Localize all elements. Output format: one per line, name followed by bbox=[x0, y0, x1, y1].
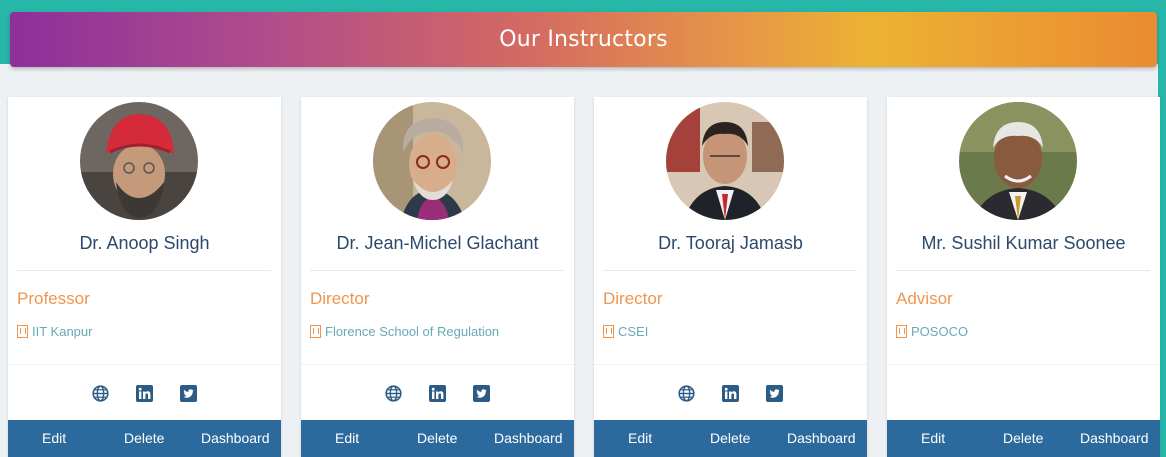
globe-icon[interactable] bbox=[678, 385, 695, 402]
instructor-role: Professor bbox=[17, 289, 90, 308]
divider bbox=[301, 364, 574, 365]
instructor-org: IIT Kanpur bbox=[17, 324, 92, 339]
twitter-icon[interactable] bbox=[180, 385, 197, 402]
building-icon bbox=[17, 325, 28, 338]
globe-icon[interactable] bbox=[385, 385, 402, 402]
twitter-icon[interactable] bbox=[473, 385, 490, 402]
social-links bbox=[301, 385, 574, 405]
divider bbox=[594, 364, 867, 365]
linkedin-icon[interactable] bbox=[722, 385, 739, 402]
instructor-card: Dr. Tooraj Jamasb Director CSEI Edit Del… bbox=[594, 97, 867, 457]
globe-icon[interactable] bbox=[92, 385, 109, 402]
delete-button[interactable]: Delete bbox=[417, 430, 457, 446]
instructor-name: Mr. Sushil Kumar Soonee bbox=[921, 233, 1126, 253]
org-label: CSEI bbox=[618, 324, 649, 339]
instructor-role: Director bbox=[310, 289, 370, 308]
avatar bbox=[959, 102, 1077, 220]
twitter-icon[interactable] bbox=[766, 385, 783, 402]
delete-button[interactable]: Delete bbox=[1003, 430, 1043, 446]
delete-button[interactable]: Delete bbox=[710, 430, 750, 446]
social-links bbox=[887, 385, 1160, 405]
instructor-name: Dr. Anoop Singh bbox=[79, 233, 210, 253]
edit-button[interactable]: Edit bbox=[628, 430, 652, 446]
instructor-role: Advisor bbox=[896, 289, 953, 308]
avatar bbox=[666, 102, 784, 220]
edit-button[interactable]: Edit bbox=[335, 430, 359, 446]
instructor-name: Dr. Jean-Michel Glachant bbox=[336, 233, 539, 253]
edit-button[interactable]: Edit bbox=[42, 430, 66, 446]
edit-button[interactable]: Edit bbox=[921, 430, 945, 446]
instructor-cards: Dr. Anoop Singh Professor IIT Kanpur Edi… bbox=[0, 97, 1166, 457]
org-label: Florence School of Regulation bbox=[325, 324, 500, 339]
divider bbox=[603, 270, 857, 271]
divider bbox=[310, 270, 564, 271]
divider bbox=[8, 364, 281, 365]
divider bbox=[896, 270, 1150, 271]
divider bbox=[17, 270, 271, 271]
instructor-name: Dr. Tooraj Jamasb bbox=[658, 233, 803, 253]
instructor-org: POSOCO bbox=[896, 324, 968, 339]
dashboard-button[interactable]: Dashboard bbox=[787, 430, 856, 446]
delete-button[interactable]: Delete bbox=[124, 430, 164, 446]
dashboard-button[interactable]: Dashboard bbox=[201, 430, 270, 446]
instructor-org: Florence School of Regulation bbox=[310, 324, 499, 339]
org-label: POSOCO bbox=[911, 324, 969, 339]
instructor-role: Director bbox=[603, 289, 663, 308]
instructor-card: Dr. Anoop Singh Professor IIT Kanpur Edi… bbox=[8, 97, 281, 457]
avatar bbox=[373, 102, 491, 220]
divider bbox=[887, 364, 1160, 365]
linkedin-icon[interactable] bbox=[429, 385, 446, 402]
building-icon bbox=[310, 325, 321, 338]
org-label: IIT Kanpur bbox=[32, 324, 93, 339]
card-actions: Edit Delete Dashboard bbox=[8, 420, 281, 457]
dashboard-button[interactable]: Dashboard bbox=[494, 430, 563, 446]
avatar bbox=[80, 102, 198, 220]
linkedin-icon[interactable] bbox=[136, 385, 153, 402]
card-actions: Edit Delete Dashboard bbox=[887, 420, 1160, 457]
section-header: Our Instructors bbox=[10, 12, 1157, 67]
card-actions: Edit Delete Dashboard bbox=[301, 420, 574, 457]
building-icon bbox=[896, 325, 907, 338]
card-actions: Edit Delete Dashboard bbox=[594, 420, 867, 457]
building-icon bbox=[603, 325, 614, 338]
dashboard-button[interactable]: Dashboard bbox=[1080, 430, 1149, 446]
instructor-org: CSEI bbox=[603, 324, 648, 339]
social-links bbox=[594, 385, 867, 405]
instructor-card: Mr. Sushil Kumar Soonee Advisor POSOCO E… bbox=[887, 97, 1160, 457]
social-links bbox=[8, 385, 281, 405]
instructor-card: Dr. Jean-Michel Glachant Director Floren… bbox=[301, 97, 574, 457]
section-title: Our Instructors bbox=[499, 27, 668, 52]
